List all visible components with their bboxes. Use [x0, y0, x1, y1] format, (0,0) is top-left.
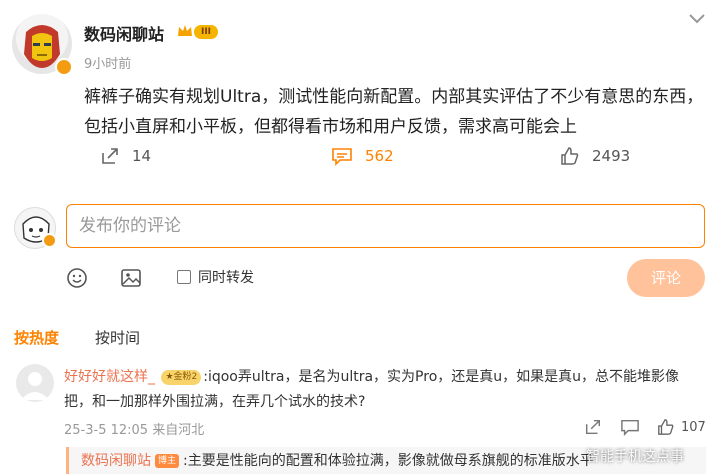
repost-label[interactable]: 同时转发	[198, 267, 254, 287]
image-icon[interactable]	[120, 267, 142, 289]
comment-icon	[332, 148, 352, 166]
thumbs-up-icon	[561, 147, 579, 165]
verified-badge-icon	[55, 58, 73, 76]
tab-by-time[interactable]: 按时间	[95, 327, 140, 348]
comment-like-count: 107	[681, 419, 706, 435]
default-user-icon	[21, 372, 49, 400]
sort-tabs: 按热度 按时间	[14, 327, 140, 348]
post-text: 裤裤子确实有规划Ultra，测试性能向新配置。内部其实评估了不少有意思的东西，包…	[84, 87, 704, 137]
commenter-name[interactable]: 好好好就这样_	[64, 369, 155, 385]
watermark: 智能手机这点事	[586, 449, 684, 465]
comment-text: :iqoo弄ultra，是名为ultra，实为Pro，还是真u，如果是真u，总不…	[64, 369, 680, 410]
chevron-down-icon[interactable]	[687, 12, 707, 26]
like-button[interactable]: 2493	[560, 146, 630, 166]
share-icon[interactable]	[584, 418, 602, 436]
submit-comment-button[interactable]: 评论	[627, 259, 705, 297]
repost-count: 14	[132, 147, 152, 165]
like-count: 2493	[592, 147, 631, 165]
verified-badge-icon	[42, 233, 57, 248]
emoji-icon[interactable]	[66, 267, 88, 289]
crown-icon	[178, 25, 192, 36]
comment-meta: 25-3-5 12:05 来自河北	[64, 423, 205, 438]
comment-button[interactable]: 562	[331, 146, 394, 166]
author-name[interactable]: 数码闲聊站	[84, 21, 164, 45]
tab-by-popularity[interactable]: 按热度	[14, 327, 59, 348]
repost-button[interactable]: 14	[100, 146, 151, 166]
post-time[interactable]: 9小时前	[84, 53, 131, 72]
comment-icon[interactable]	[620, 418, 640, 436]
thumbs-up-icon	[658, 419, 674, 435]
comment-like-button[interactable]: 107	[657, 418, 706, 436]
comment-input[interactable]: 发布你的评论	[66, 204, 705, 248]
comment-body: 好好好就这样_ ★金粉2:iqoo弄ultra，是名为ultra，实为Pro，还…	[64, 365, 704, 415]
reply-author-name[interactable]: 数码闲聊站	[81, 453, 151, 469]
commenter-avatar[interactable]	[16, 364, 54, 402]
repost-checkbox[interactable]	[177, 270, 191, 284]
fan-badge: ★金粉2	[161, 370, 202, 385]
share-icon	[102, 148, 118, 164]
reply-text: :主要是性能向的配置和体验拉满，影像就做母系旗舰的标准版水平	[183, 453, 594, 469]
fan-level-badge: III	[194, 25, 218, 39]
author-badge: 博主	[155, 454, 180, 468]
comment-count: 562	[365, 147, 394, 165]
